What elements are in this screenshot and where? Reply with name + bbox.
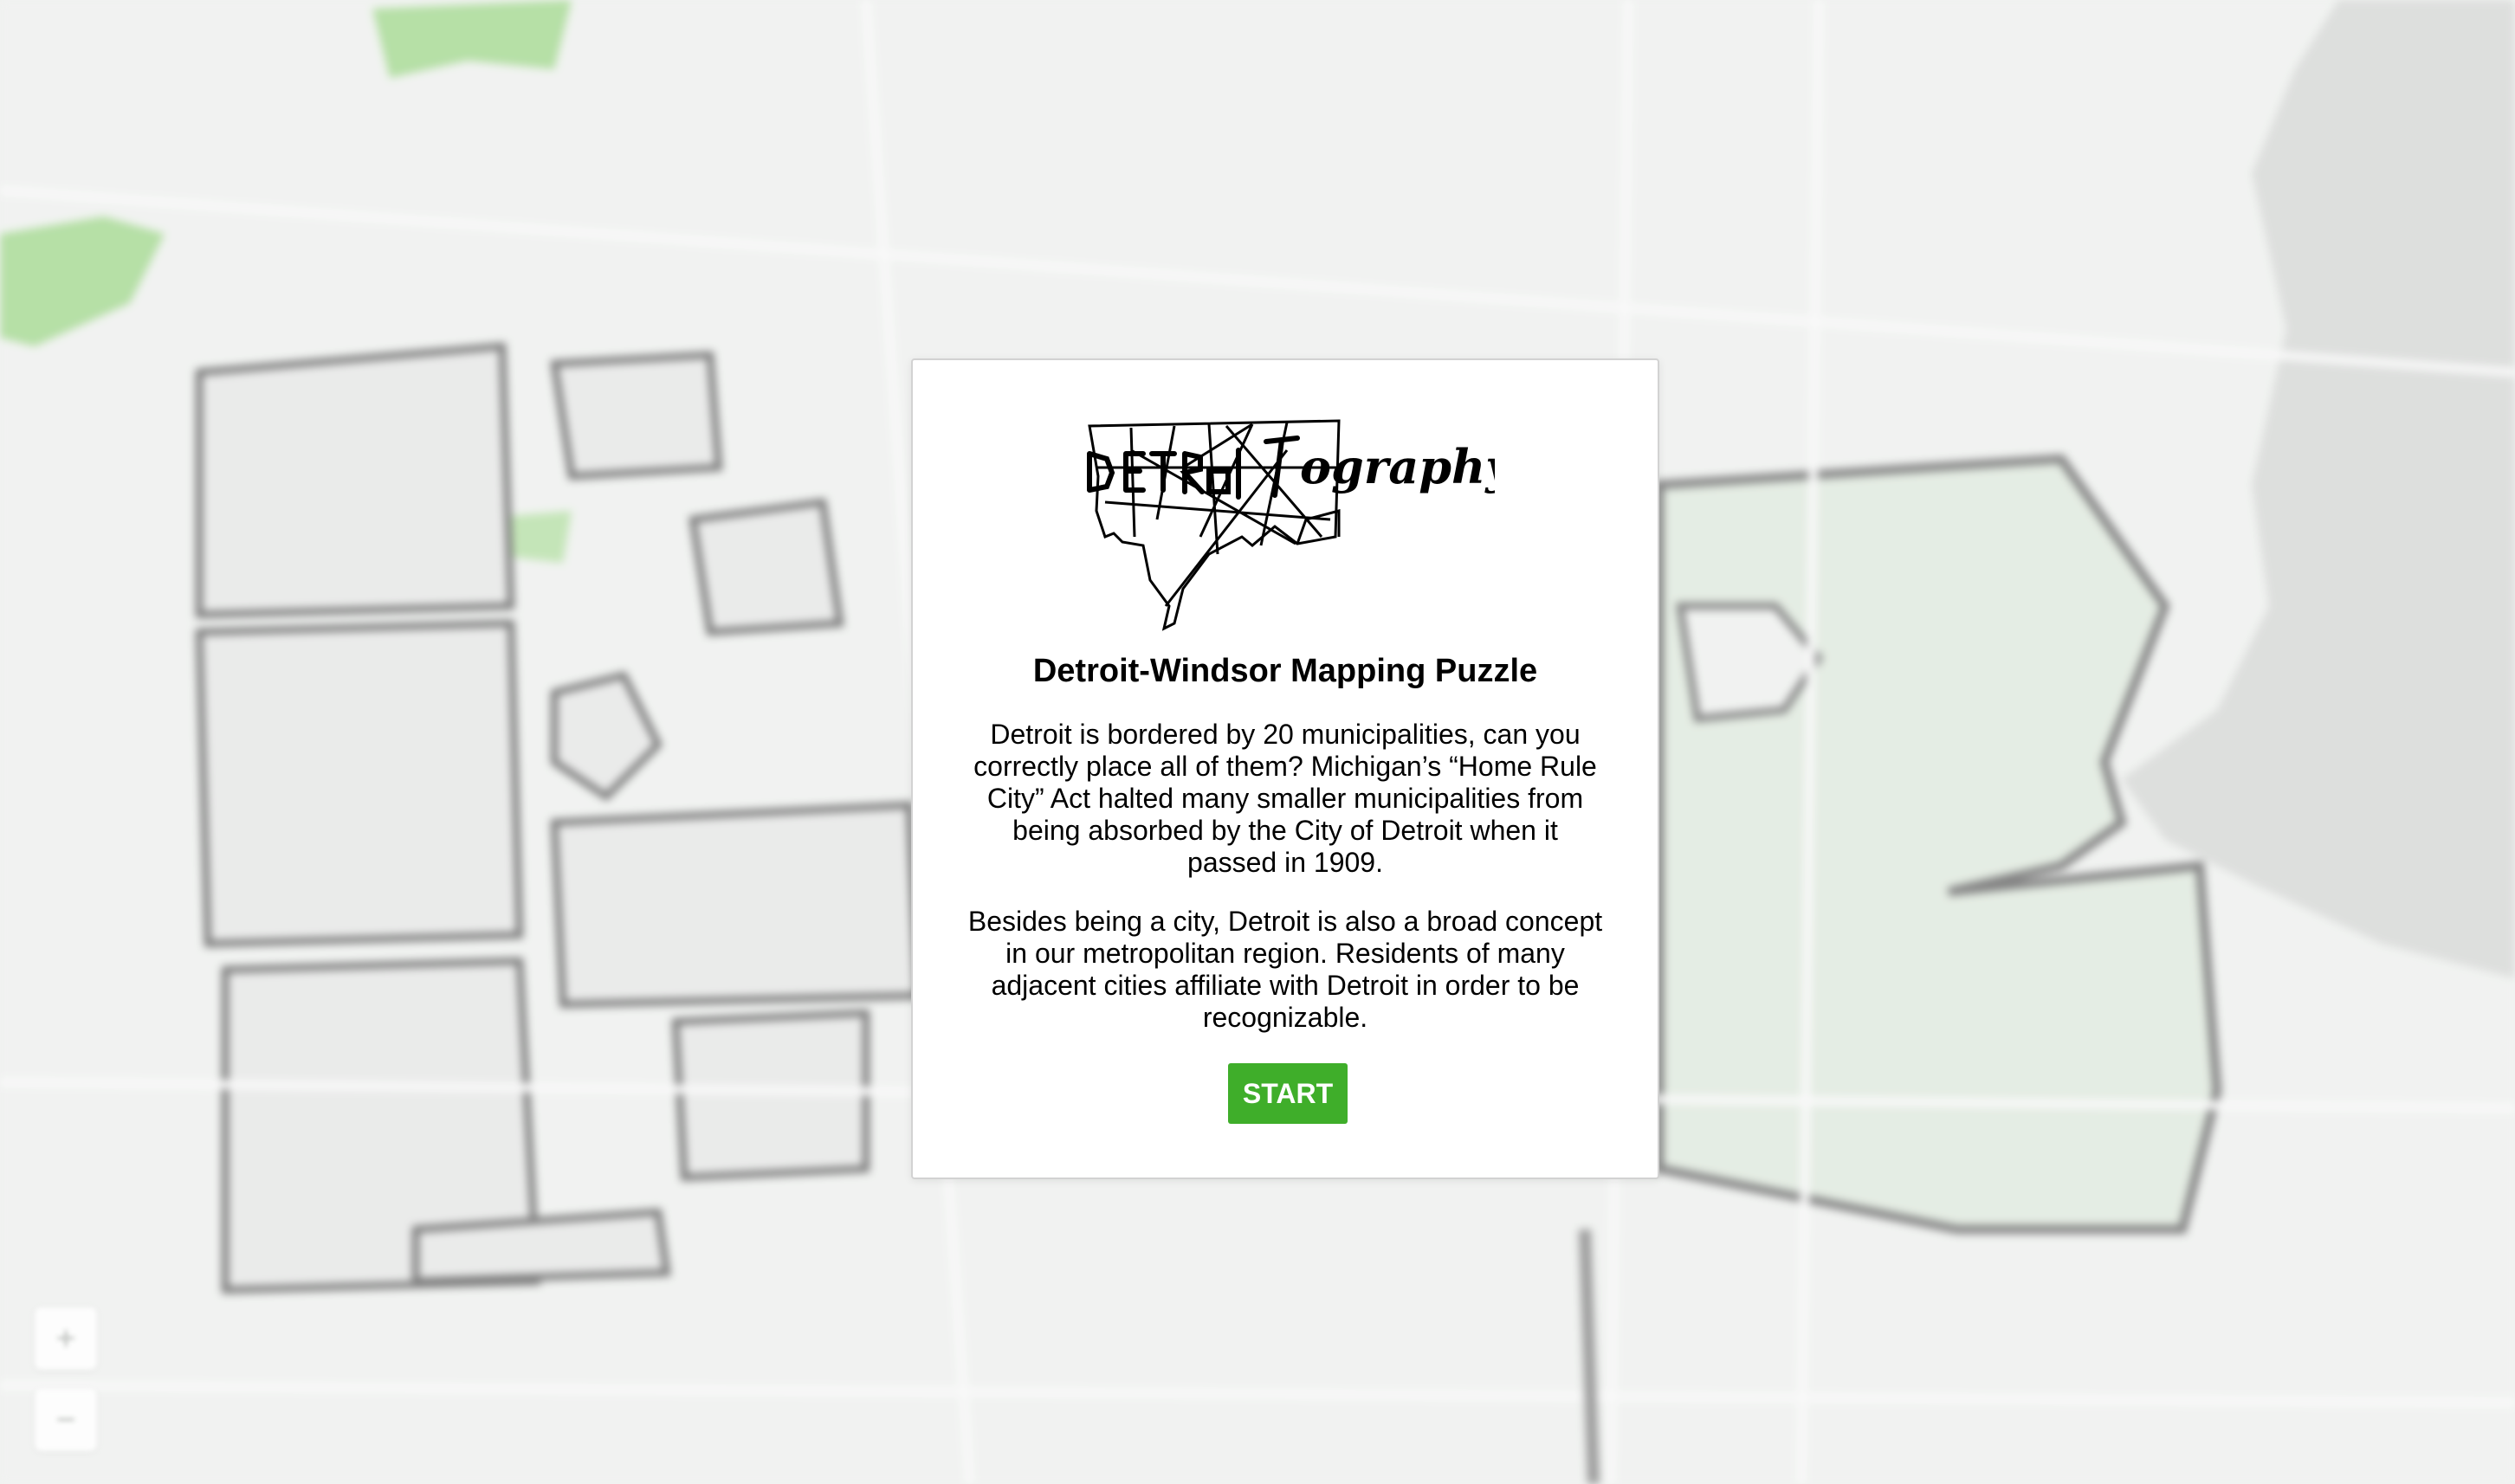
logo-script: ography — [1300, 439, 1495, 494]
modal-title: Detroit-Windsor Mapping Puzzle — [1032, 653, 1538, 689]
zoom-out-button[interactable]: − — [35, 1389, 97, 1451]
detroitography-logo: ography — [1087, 419, 1495, 631]
intro-paragraph-1: Detroit is bordered by 20 municipalities… — [973, 719, 1597, 878]
intro-paragraph-2: Besides being a city, Detroit is also a … — [967, 906, 1603, 1033]
start-button[interactable]: START — [1228, 1063, 1348, 1124]
intro-modal: ography Detroit-Windsor Mapping Puzzle D… — [911, 358, 1659, 1179]
zoom-in-button[interactable]: + — [35, 1307, 97, 1370]
